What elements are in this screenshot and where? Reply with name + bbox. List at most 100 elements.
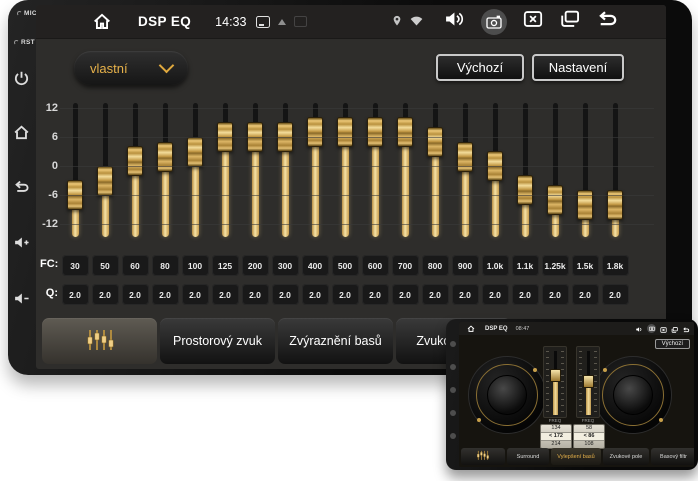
- eq-scale-label: 6: [36, 130, 58, 144]
- tab-eq[interactable]: [42, 318, 157, 364]
- q-chip[interactable]: 2.0: [362, 284, 389, 305]
- inset-power-icon[interactable]: [450, 341, 456, 347]
- inset-tab-bass-boost[interactable]: Vylepšení basů: [551, 448, 601, 465]
- fc-chip[interactable]: 80: [152, 255, 179, 276]
- eq-slider-handle[interactable]: [307, 117, 323, 147]
- q-chip[interactable]: 2.0: [422, 284, 449, 305]
- fc-chip[interactable]: 50: [92, 255, 119, 276]
- home-icon[interactable]: [92, 12, 112, 31]
- fc-chip[interactable]: 900: [452, 255, 479, 276]
- q-chip[interactable]: 2.0: [272, 284, 299, 305]
- volume-down-icon[interactable]: [13, 290, 30, 307]
- inset-recent-apps-icon[interactable]: [671, 322, 678, 338]
- fc-chip[interactable]: 1.8k: [602, 255, 629, 276]
- q-chip[interactable]: 2.0: [242, 284, 269, 305]
- inset-head-unit: DSP EQ 08:47 Výchozí: [446, 319, 698, 470]
- fc-chip[interactable]: 200: [242, 255, 269, 276]
- inset-volume-up-icon[interactable]: [450, 410, 456, 416]
- q-chip[interactable]: 2.0: [572, 284, 599, 305]
- eq-slider-handle[interactable]: [547, 185, 563, 215]
- q-chip[interactable]: 2.0: [392, 284, 419, 305]
- recent-apps-icon[interactable]: [559, 10, 580, 33]
- q-chip[interactable]: 2.0: [512, 284, 539, 305]
- preset-value: vlastní: [90, 61, 128, 76]
- eq-slider-handle[interactable]: [427, 127, 443, 157]
- eq-slider-handle[interactable]: [97, 166, 113, 196]
- eq-scale-label: -12: [36, 217, 58, 231]
- power-icon[interactable]: [13, 70, 30, 87]
- fc-chip[interactable]: 30: [62, 255, 89, 276]
- default-button[interactable]: Výchozí: [436, 54, 524, 81]
- inset-title: DSP EQ: [485, 326, 508, 332]
- mute-triangle-icon: [278, 19, 286, 25]
- home-hw-icon[interactable]: [13, 124, 30, 141]
- inset-home-hw-icon[interactable]: [450, 364, 456, 370]
- fc-chip[interactable]: 60: [122, 255, 149, 276]
- q-chip[interactable]: 2.0: [482, 284, 509, 305]
- q-chip[interactable]: 2.0: [182, 284, 209, 305]
- settings-button[interactable]: Nastavení: [532, 54, 624, 81]
- q-chip[interactable]: 2.0: [452, 284, 479, 305]
- inset-value-box[interactable]: 58< 86108: [573, 424, 605, 449]
- fc-chip[interactable]: 500: [332, 255, 359, 276]
- right-speaker: [594, 356, 672, 434]
- inset-slider-handle[interactable]: [583, 375, 594, 388]
- inset-tab-eq[interactable]: [461, 448, 505, 465]
- eq-slider-handle[interactable]: [337, 117, 353, 147]
- fc-chip[interactable]: 1.25k: [542, 255, 569, 276]
- inset-slider-handle[interactable]: [550, 369, 561, 382]
- preset-dropdown[interactable]: vlastní: [74, 51, 188, 85]
- inset-value-box[interactable]: 134< 172214: [540, 424, 572, 449]
- q-chip[interactable]: 2.0: [62, 284, 89, 305]
- q-chip[interactable]: 2.0: [92, 284, 119, 305]
- eq-bands: [60, 93, 636, 255]
- inset-home-icon[interactable]: [467, 325, 475, 332]
- inset-tab-surround[interactable]: Surround: [507, 448, 549, 465]
- volume-icon[interactable]: [443, 9, 465, 34]
- q-chip[interactable]: 2.0: [152, 284, 179, 305]
- fc-chip[interactable]: 1.0k: [482, 255, 509, 276]
- back-icon[interactable]: [596, 10, 618, 33]
- close-app-icon[interactable]: [523, 10, 543, 33]
- inset-back-hw-icon[interactable]: [450, 387, 456, 393]
- inset-back-icon[interactable]: [682, 322, 690, 338]
- fc-chip[interactable]: 1.5k: [572, 255, 599, 276]
- inset-close-app-icon[interactable]: [660, 322, 667, 338]
- inset-volume-icon[interactable]: [635, 322, 643, 338]
- inset-default-button[interactable]: Výchozí: [655, 339, 690, 349]
- status-bar: DSP EQ 14:33: [36, 5, 666, 39]
- eq-slider-handle[interactable]: [367, 117, 383, 147]
- volume-up-icon[interactable]: [13, 234, 30, 251]
- eq-scale-label: -6: [36, 188, 58, 202]
- eq-slider-handle[interactable]: [517, 175, 533, 205]
- q-chip[interactable]: 2.0: [332, 284, 359, 305]
- q-chip[interactable]: 2.0: [602, 284, 629, 305]
- tab-bass-boost[interactable]: Zvýraznění basů: [278, 318, 393, 364]
- inset-value-row: 58: [574, 425, 604, 433]
- q-chip[interactable]: 2.0: [542, 284, 569, 305]
- inset-value-row: 108: [574, 441, 604, 448]
- inset-tab-sound-field[interactable]: Zvukové pole: [603, 448, 649, 465]
- q-chip[interactable]: 2.0: [302, 284, 329, 305]
- back-hw-icon[interactable]: [13, 179, 30, 196]
- fc-chip[interactable]: 300: [272, 255, 299, 276]
- eq-slider-handle[interactable]: [397, 117, 413, 147]
- inset-screenshot-icon[interactable]: [647, 324, 656, 333]
- fc-chip[interactable]: 100: [182, 255, 209, 276]
- tab-surround[interactable]: Prostorový zvuk: [160, 318, 275, 364]
- q-chip[interactable]: 2.0: [122, 284, 149, 305]
- fc-chip[interactable]: 700: [392, 255, 419, 276]
- inset-tab-bass-filter[interactable]: Basový filtr: [651, 448, 694, 465]
- screenshot-icon[interactable]: [481, 9, 507, 35]
- fc-chip[interactable]: 600: [362, 255, 389, 276]
- fc-chip[interactable]: 1.1k: [512, 255, 539, 276]
- fc-chip[interactable]: 800: [422, 255, 449, 276]
- inset-volume-down-icon[interactable]: [450, 433, 456, 439]
- fc-chip[interactable]: 400: [302, 255, 329, 276]
- q-chip[interactable]: 2.0: [212, 284, 239, 305]
- fc-chip[interactable]: 125: [212, 255, 239, 276]
- eq-slider-handle[interactable]: [127, 146, 143, 176]
- eq-slider-fill: [252, 137, 259, 237]
- q-label: Q:: [40, 287, 58, 299]
- eq-slider-handle[interactable]: [187, 137, 203, 167]
